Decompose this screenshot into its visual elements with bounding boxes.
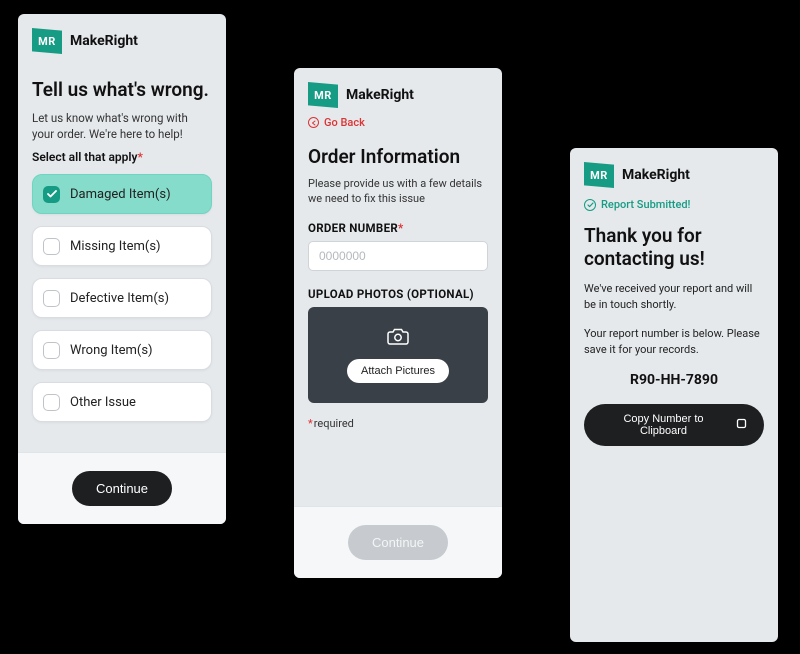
option-damaged-items[interactable]: Damaged Item(s) <box>32 174 212 214</box>
upload-dropzone[interactable]: Attach Pictures <box>308 307 488 403</box>
option-other-issue[interactable]: Other Issue <box>32 382 212 422</box>
brand-logo: MR MakeRight <box>584 162 764 188</box>
report-submitted-status: Report Submitted! <box>584 198 764 211</box>
select-all-label: Select all that apply* <box>32 150 212 164</box>
arrow-left-icon <box>308 117 319 128</box>
copy-to-clipboard-button[interactable]: Copy Number to Clipboard <box>584 404 764 446</box>
page-title: Thank you for contacting us! <box>584 225 764 271</box>
confirmation-text-1: We've received your report and will be i… <box>584 281 764 313</box>
footer-bar: Continue <box>294 506 502 578</box>
brand-name: MakeRight <box>622 167 690 183</box>
page-title: Tell us what's wrong. <box>32 78 212 101</box>
order-info-screen: MR MakeRight Go Back Order Information P… <box>294 68 502 578</box>
checkbox-icon <box>43 342 60 359</box>
brand-name: MakeRight <box>70 33 138 49</box>
continue-button[interactable]: Continue <box>72 471 172 506</box>
option-defective-items[interactable]: Defective Item(s) <box>32 278 212 318</box>
brand-logo: MR MakeRight <box>308 82 488 108</box>
check-circle-icon <box>584 199 596 211</box>
checkbox-icon <box>43 394 60 411</box>
page-subtitle: Let us know what's wrong with your order… <box>32 111 212 142</box>
report-number: R90-HH-7890 <box>584 372 764 388</box>
go-back-label: Go Back <box>324 116 365 129</box>
continue-button-disabled: Continue <box>348 525 448 560</box>
brand-mark: MR <box>584 162 614 188</box>
brand-name: MakeRight <box>346 87 414 103</box>
option-label: Damaged Item(s) <box>70 187 171 202</box>
checkbox-icon <box>43 186 60 203</box>
order-number-input[interactable] <box>308 241 488 271</box>
option-label: Other Issue <box>70 395 136 410</box>
confirmation-screen: MR MakeRight Report Submitted! Thank you… <box>570 148 778 642</box>
upload-photos-label: UPLOAD PHOTOS (OPTIONAL) <box>308 287 488 301</box>
brand-logo: MR MakeRight <box>32 28 212 54</box>
issue-selection-screen: MR MakeRight Tell us what's wrong. Let u… <box>18 14 226 524</box>
brand-mark: MR <box>32 28 62 54</box>
option-label: Wrong Item(s) <box>70 343 153 358</box>
checkbox-icon <box>43 290 60 307</box>
page-title: Order Information <box>308 145 488 168</box>
required-note: *required <box>308 417 488 430</box>
footer-bar: Continue <box>18 452 226 524</box>
copy-button-label: Copy Number to Clipboard <box>600 413 727 437</box>
go-back-link[interactable]: Go Back <box>308 116 488 129</box>
option-label: Defective Item(s) <box>70 291 169 306</box>
camera-icon <box>387 327 409 349</box>
clipboard-icon <box>735 417 748 433</box>
confirmation-text-2: Your report number is below. Please save… <box>584 326 764 358</box>
checkbox-icon <box>43 238 60 255</box>
page-subtitle: Please provide us with a few details we … <box>308 176 488 207</box>
brand-mark: MR <box>308 82 338 108</box>
order-number-label: ORDER NUMBER* <box>308 221 488 235</box>
option-label: Missing Item(s) <box>70 239 161 254</box>
option-missing-items[interactable]: Missing Item(s) <box>32 226 212 266</box>
attach-pictures-button[interactable]: Attach Pictures <box>347 359 449 383</box>
status-label: Report Submitted! <box>601 198 690 211</box>
option-wrong-items[interactable]: Wrong Item(s) <box>32 330 212 370</box>
